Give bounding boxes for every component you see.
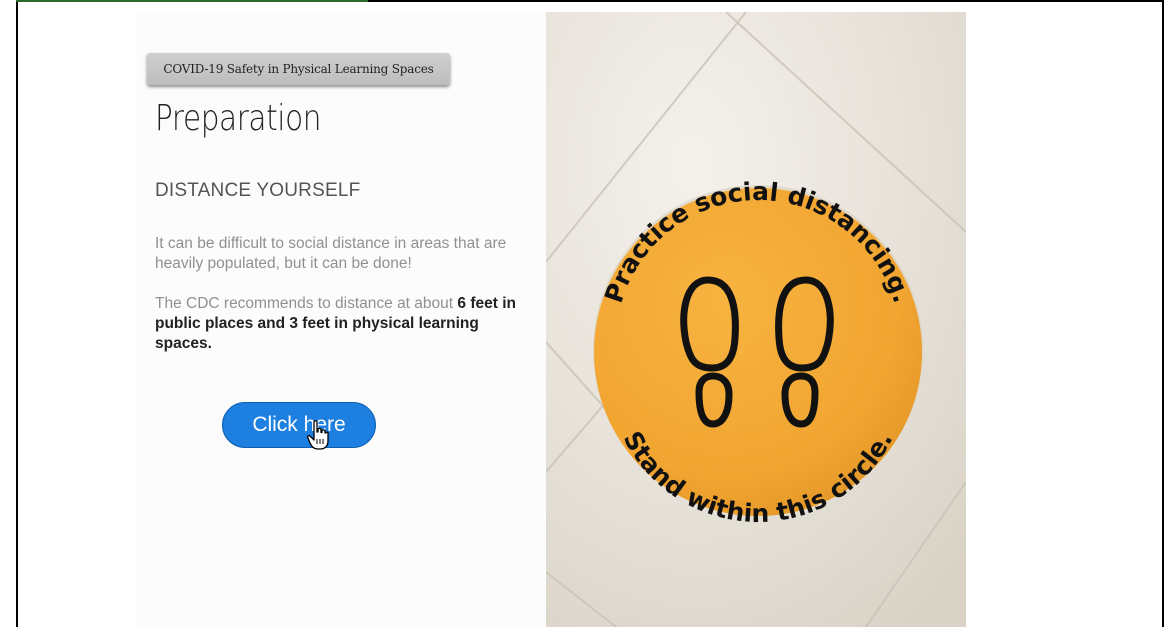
floor-sign-photo: Practice social distancing. Stand within… <box>546 12 966 627</box>
paragraph-2-lead: The CDC recommends to distance at about <box>155 295 458 312</box>
section-heading: DISTANCE YOURSELF <box>155 180 361 201</box>
lesson-panel: COVID-19 Safety in Physical Learning Spa… <box>137 12 546 627</box>
body-paragraph-1: It can be difficult to social distance i… <box>155 235 507 272</box>
hand-pointer-cursor-icon <box>307 420 329 450</box>
page-title: Preparation <box>155 98 322 139</box>
top-accent-bar <box>16 0 368 2</box>
body-paragraph-2: The CDC recommends to distance at about … <box>155 294 530 354</box>
course-title-tag: COVID-19 Safety in Physical Learning Spa… <box>147 53 450 85</box>
click-here-button[interactable]: Click here <box>222 402 376 448</box>
